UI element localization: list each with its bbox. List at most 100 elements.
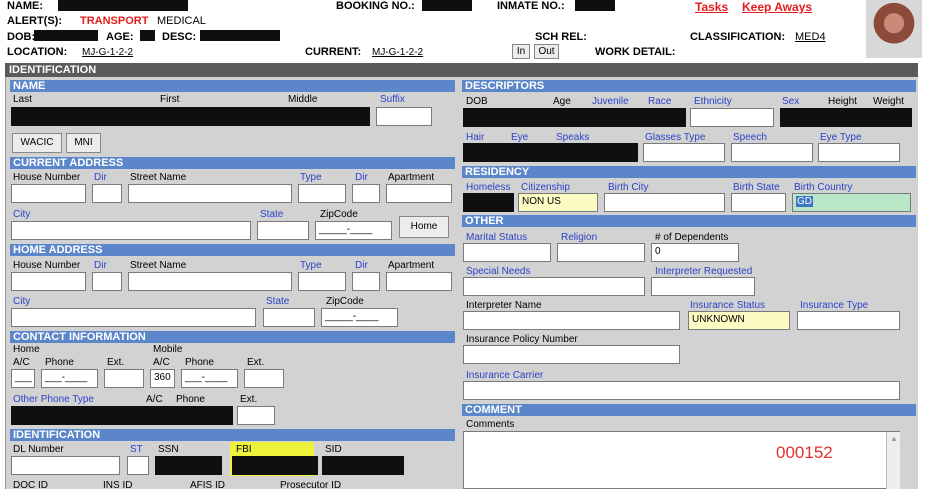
desc-race-label: Race (648, 96, 672, 107)
insurance-type-label: Insurance Type (800, 300, 869, 311)
in-button[interactable]: In (512, 44, 530, 59)
eye-type-field[interactable] (818, 143, 900, 162)
home-button[interactable]: Home (399, 216, 449, 238)
mobile-ac-field[interactable]: 360 (150, 369, 175, 388)
citizenship-field[interactable]: NON US (518, 193, 598, 212)
dl-state-label: ST (130, 444, 143, 455)
speech-label: Speech (733, 132, 767, 143)
insurance-carrier-label: Insurance Carrier (466, 370, 544, 381)
prosecutor-id-label: Prosecutor ID (280, 480, 342, 489)
other-ext-field[interactable] (237, 406, 275, 425)
sch-rel-label: SCH REL: (535, 31, 587, 43)
home-phone-group-label: Home (13, 344, 40, 355)
insurance-status-field[interactable]: UNKNOWN (688, 311, 790, 330)
ha-city-field[interactable] (11, 308, 256, 327)
ssn-label: SSN (158, 444, 179, 455)
ethnicity-field[interactable] (690, 108, 774, 127)
ca-state-field[interactable] (257, 221, 309, 240)
ha-dir2-field[interactable] (352, 272, 380, 291)
hair-label: Hair (466, 132, 485, 143)
alert-transport[interactable]: TRANSPORT (80, 15, 148, 27)
ha-zip-field[interactable]: _____-____ (321, 308, 398, 327)
ca-apartment-field[interactable] (386, 184, 452, 203)
ca-house-field[interactable] (11, 184, 86, 203)
ha-apartment-label: Apartment (388, 260, 435, 271)
eye-type-label: Eye Type (820, 132, 862, 143)
desc-dob-label: DOB (466, 96, 488, 107)
ha-type-field[interactable] (298, 272, 346, 291)
tasks-link[interactable]: Tasks (695, 0, 728, 14)
insurance-status-label: Insurance Status (690, 300, 766, 311)
redacted-homeless (463, 193, 514, 212)
home-phone-field[interactable]: ___-____ (41, 369, 98, 388)
ha-house-field[interactable] (11, 272, 86, 291)
wacic-button[interactable]: WACIC (12, 133, 62, 153)
redacted-booking (422, 0, 472, 11)
dl-number-field[interactable] (11, 456, 120, 475)
out-button[interactable]: Out (534, 44, 559, 59)
ha-state-field[interactable] (263, 308, 315, 327)
speech-field[interactable] (731, 143, 813, 162)
alert-medical[interactable]: MEDICAL (157, 15, 206, 27)
home-ac-field[interactable]: ___ (11, 369, 35, 388)
classification-label: CLASSIFICATION: (690, 31, 786, 43)
first-label: First (160, 94, 180, 105)
current-label: CURRENT: (305, 46, 362, 58)
other-phone-type-label: Other Phone Type (13, 394, 94, 405)
redacted-inmate (575, 0, 615, 11)
desc-sex-label: Sex (782, 96, 800, 107)
glasses-type-field[interactable] (643, 143, 725, 162)
ca-zip-field[interactable]: _____-____ (315, 221, 392, 240)
religion-field[interactable] (557, 243, 645, 262)
glasses-type-label: Glasses Type (645, 132, 706, 143)
afis-id-label: AFIS ID (190, 480, 226, 489)
comments-scrollbar[interactable]: ▲ (886, 432, 900, 489)
mobile-ext-field[interactable] (244, 369, 284, 388)
home-ext-field[interactable] (104, 369, 144, 388)
ha-apartment-field[interactable] (386, 272, 452, 291)
ca-city-field[interactable] (11, 221, 251, 240)
redacted-other-phone (11, 406, 233, 425)
birth-state-field[interactable] (731, 193, 786, 212)
mobile-phone-field[interactable]: ___-____ (181, 369, 238, 388)
interpreter-requested-field[interactable] (651, 277, 755, 296)
desc-juvenile-label: Juvenile (592, 96, 629, 107)
dependents-field[interactable]: 0 (651, 243, 739, 262)
ca-dir-label: Dir (94, 172, 107, 183)
ha-type-label: Type (300, 260, 322, 271)
insurance-type-field[interactable] (797, 311, 900, 330)
mobile-phone-label: Phone (185, 357, 214, 368)
religion-label: Religion (561, 232, 598, 243)
ca-apartment-label: Apartment (388, 172, 435, 183)
comments-field[interactable] (463, 431, 900, 489)
scroll-up-icon[interactable]: ▲ (890, 434, 898, 443)
birth-city-field[interactable] (604, 193, 725, 212)
insurance-carrier-field[interactable] (463, 381, 900, 400)
ca-type-field[interactable] (298, 184, 346, 203)
keep-aways-link[interactable]: Keep Aways (742, 0, 812, 14)
special-needs-field[interactable] (463, 277, 645, 296)
inmate-photo (866, 0, 922, 58)
ha-street-field[interactable] (128, 272, 292, 291)
fbi-label: FBI (236, 444, 252, 455)
ca-street-field[interactable] (128, 184, 292, 203)
ca-dir-field[interactable] (92, 184, 122, 203)
ins-id-label: INS ID (103, 480, 133, 489)
location-value[interactable]: MJ-G-1-2-2 (82, 47, 133, 58)
policy-number-field[interactable] (463, 345, 680, 364)
marital-status-field[interactable] (463, 243, 551, 262)
ha-dir2-label: Dir (355, 260, 368, 271)
redacted-ssn (155, 456, 222, 475)
classification-value[interactable]: MED4 (795, 31, 826, 43)
redacted-physical (780, 108, 912, 127)
interpreter-name-field[interactable] (463, 311, 680, 330)
birth-state-label: Birth State (733, 182, 780, 193)
dl-state-field[interactable] (127, 456, 149, 475)
birth-country-field[interactable]: GD (792, 193, 911, 212)
current-value[interactable]: MJ-G-1-2-2 (372, 47, 423, 58)
home-ac-label: A/C (13, 357, 30, 368)
mni-button[interactable]: MNI (66, 133, 101, 153)
suffix-field[interactable] (376, 107, 432, 126)
ca-dir2-field[interactable] (352, 184, 380, 203)
ha-dir-field[interactable] (92, 272, 122, 291)
